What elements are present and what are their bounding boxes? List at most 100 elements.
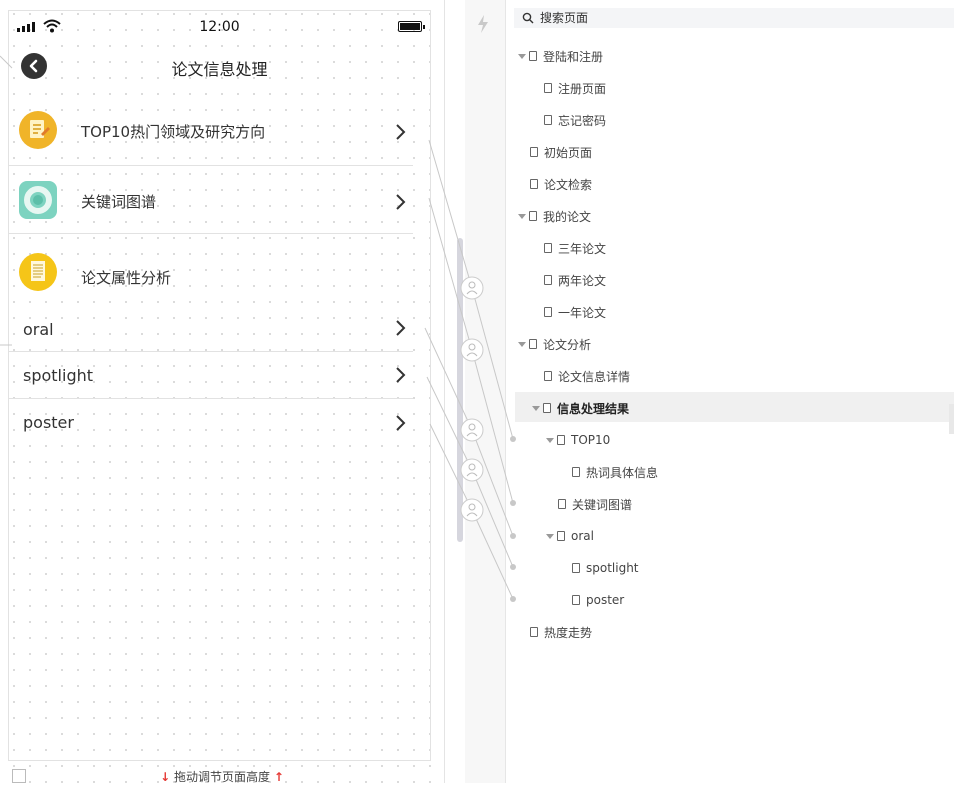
status-bar: 12:00	[9, 19, 430, 37]
caret-down-icon[interactable]	[532, 405, 540, 411]
tree-item-register[interactable]: 注册页面	[544, 76, 606, 100]
phone-frame: 12:00 论文信息处理 TOP10热门领域及研究方向 关键词图谱 论文属性分析…	[8, 10, 431, 761]
page-icon	[557, 531, 565, 541]
tree-item-label: 三年论文	[558, 241, 607, 256]
page-icon	[544, 371, 552, 381]
resize-bar[interactable]: ↓ 拖动调节页面高度 ↑	[0, 762, 444, 785]
tree-item-label: 热词具体信息	[586, 465, 659, 480]
tree-item-label: 论文分析	[543, 337, 592, 352]
tree-item-label: spotlight	[586, 561, 639, 575]
tree-item-label: 我的论文	[543, 209, 592, 224]
donut-chart-icon	[19, 181, 57, 219]
chevron-right-icon	[396, 415, 406, 431]
arrow-down-icon: ↓	[160, 770, 171, 784]
sub-row-label: poster	[23, 413, 74, 432]
page-icon	[530, 627, 538, 637]
tree-item-forgot-password[interactable]: 忘记密码	[544, 108, 606, 132]
tree-item-trend[interactable]: 热度走势	[530, 620, 592, 644]
document-icon	[19, 253, 57, 291]
tree-item-poster[interactable]: poster	[572, 588, 624, 612]
sub-row-poster[interactable]: poster	[9, 409, 413, 445]
tree-item-label: 注册页面	[558, 81, 607, 96]
lightning-icon[interactable]	[476, 14, 490, 34]
caret-down-icon[interactable]	[546, 437, 554, 443]
status-time: 12:00	[199, 19, 240, 35]
tree-item-three-year[interactable]: 三年论文	[544, 236, 606, 260]
caret-down-icon[interactable]	[518, 341, 526, 347]
tree-item-label: 论文检索	[544, 177, 593, 192]
sub-row-oral[interactable]: oral	[9, 314, 413, 350]
resize-hint-label: 拖动调节页面高度	[173, 770, 270, 784]
chevron-right-icon	[396, 194, 406, 210]
search-input[interactable]	[540, 8, 920, 28]
page-icon	[557, 435, 565, 445]
sub-row-label: spotlight	[23, 366, 94, 385]
nav-bar: 论文信息处理	[9, 51, 430, 81]
tree-item-processing-result[interactable]: 信息处理结果	[532, 396, 629, 420]
tree-item-label: poster	[586, 593, 625, 607]
caret-down-icon[interactable]	[518, 53, 526, 59]
page-icon	[572, 467, 580, 477]
tree-item-label: 忘记密码	[558, 113, 607, 128]
page-icon	[530, 147, 538, 157]
tree-item-login[interactable]: 登陆和注册	[518, 44, 603, 68]
tree-item-spotlight[interactable]: spotlight	[572, 556, 639, 580]
tree-item-label: oral	[571, 529, 594, 543]
page-tree-panel: 登陆和注册 注册页面 忘记密码 初始页面 论文检索 我的论文 三年论文 两年论文…	[506, 0, 954, 783]
page-icon	[544, 307, 552, 317]
scrollbar[interactable]	[457, 238, 463, 542]
notepad-icon	[19, 111, 57, 149]
divider	[9, 165, 413, 166]
menu-row-label: 关键词图谱	[81, 193, 157, 211]
tree-item-label: 登陆和注册	[543, 49, 604, 64]
menu-row-label: TOP10热门领域及研究方向	[81, 123, 266, 141]
menu-row-top10[interactable]: TOP10热门领域及研究方向	[9, 109, 413, 165]
page-icon	[558, 499, 566, 509]
tree-item-one-year[interactable]: 一年论文	[544, 300, 606, 324]
page-icon	[530, 179, 538, 189]
interaction-toolbar	[465, 0, 506, 783]
divider	[9, 233, 413, 234]
context-menu-edge	[949, 404, 954, 434]
search-icon	[522, 12, 534, 24]
tree-item-top10[interactable]: TOP10	[546, 428, 610, 452]
divider	[9, 351, 413, 352]
page-title: 论文信息处理	[171, 60, 268, 79]
chevron-right-icon	[396, 367, 406, 383]
battery-icon	[398, 21, 425, 32]
arrow-up-icon: ↑	[273, 770, 284, 784]
chevron-right-icon	[396, 320, 406, 336]
menu-row-keyword-graph[interactable]: 关键词图谱	[9, 179, 413, 233]
tree-item-label: 信息处理结果	[557, 401, 630, 416]
tree-item-oral[interactable]: oral	[546, 524, 594, 548]
caret-down-icon[interactable]	[546, 533, 554, 539]
resize-hint: ↓ 拖动调节页面高度 ↑	[0, 768, 444, 785]
chevron-right-icon	[396, 124, 406, 140]
tree-item-keyword-graph[interactable]: 关键词图谱	[558, 492, 632, 516]
page-icon	[529, 51, 537, 61]
tree-item-label: 初始页面	[544, 145, 593, 160]
caret-down-icon[interactable]	[518, 213, 526, 219]
menu-row-attribute-analysis: 论文属性分析	[9, 251, 413, 297]
design-canvas[interactable]: 12:00 论文信息处理 TOP10热门领域及研究方向 关键词图谱 论文属性分析…	[0, 0, 445, 785]
tree-item-paper-details[interactable]: 论文信息详情	[544, 364, 630, 388]
tree-item-my-papers[interactable]: 我的论文	[518, 204, 591, 228]
tree-item-two-year[interactable]: 两年论文	[544, 268, 606, 292]
sub-row-spotlight[interactable]: spotlight	[9, 361, 413, 397]
page-icon	[544, 115, 552, 125]
tree-item-label: 热度走势	[544, 625, 593, 640]
tree-item-label: 论文信息详情	[558, 369, 631, 384]
tree-item-initial-page[interactable]: 初始页面	[530, 140, 592, 164]
tree-item-paper-search[interactable]: 论文检索	[530, 172, 592, 196]
page-icon	[544, 83, 552, 93]
page-icon	[543, 403, 551, 413]
page-icon	[572, 563, 580, 573]
page-icon	[544, 243, 552, 253]
tree-item-label: TOP10	[571, 433, 611, 447]
tree-item-hotword-info[interactable]: 热词具体信息	[572, 460, 658, 484]
search-box	[514, 8, 954, 28]
page-icon	[544, 275, 552, 285]
tree-item-label: 两年论文	[558, 273, 607, 288]
tree-item-label: 一年论文	[558, 305, 607, 320]
tree-item-paper-analysis[interactable]: 论文分析	[518, 332, 591, 356]
